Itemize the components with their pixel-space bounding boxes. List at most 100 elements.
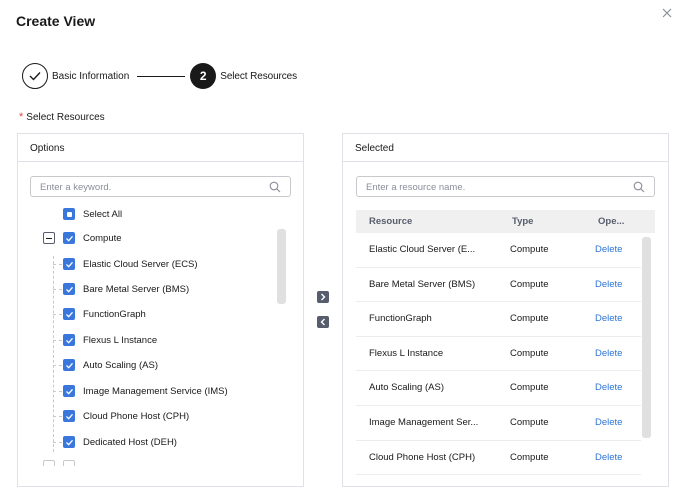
chevron-right-icon xyxy=(321,293,326,301)
search-icon[interactable] xyxy=(269,181,281,193)
check-icon xyxy=(65,337,73,344)
tree-item-select-all[interactable]: Select All xyxy=(63,205,122,223)
table-row: Bare Metal Server (BMS) Compute Delete xyxy=(356,268,641,303)
compute-checkbox[interactable] xyxy=(63,232,75,244)
flexus-checkbox[interactable] xyxy=(63,334,75,346)
column-operation: Ope... xyxy=(598,216,625,227)
tree-item-label: FunctionGraph xyxy=(83,308,146,320)
tree-branch xyxy=(53,416,62,417)
ecs-checkbox[interactable] xyxy=(63,258,75,270)
tree-branch xyxy=(53,365,62,366)
delete-link[interactable]: Delete xyxy=(595,313,622,324)
tree-item-label: Compute xyxy=(83,232,122,244)
delete-link[interactable]: Delete xyxy=(595,348,622,359)
step-2-label: Select Resources xyxy=(220,70,298,82)
selected-panel: Selected Enter a resource name. Resource… xyxy=(342,133,669,487)
column-resource: Resource xyxy=(369,216,413,227)
collapse-icon[interactable] xyxy=(43,232,55,244)
move-left-button[interactable] xyxy=(317,316,329,328)
tree-item-partial[interactable] xyxy=(43,457,75,466)
tree-item-ecs[interactable]: Elastic Cloud Server (ECS) xyxy=(63,255,198,273)
tree-item-bms[interactable]: Bare Metal Server (BMS) xyxy=(63,280,189,298)
checkmark-icon xyxy=(29,72,41,81)
cell-type: Compute xyxy=(510,416,549,428)
chevron-left-icon xyxy=(320,318,325,326)
tree-branch xyxy=(53,264,62,265)
cell-type: Compute xyxy=(510,382,549,394)
tree-item-as[interactable]: Auto Scaling (AS) xyxy=(63,356,158,374)
cell-resource: Elastic Cloud Server (E... xyxy=(369,244,476,255)
tree-item-functiongraph[interactable]: FunctionGraph xyxy=(63,305,146,323)
check-icon xyxy=(65,286,73,293)
step-2-indicator: 2 xyxy=(190,63,217,89)
table-row: Image Management Ser... Compute Delete xyxy=(356,406,641,441)
selected-scrollbar[interactable] xyxy=(642,237,651,438)
tree-item-label: Bare Metal Server (BMS) xyxy=(83,283,190,295)
tree-item-label: Image Management Service (IMS) xyxy=(83,385,228,397)
delete-link[interactable]: Delete xyxy=(595,417,622,428)
delete-link[interactable]: Delete xyxy=(595,452,622,463)
tree-item-compute[interactable]: Compute xyxy=(43,229,122,247)
search-icon[interactable] xyxy=(633,181,645,193)
tree-item-label: Cloud Phone Host (CPH) xyxy=(83,410,190,422)
keyword-search-placeholder: Enter a keyword. xyxy=(40,182,112,193)
options-scrollbar[interactable] xyxy=(277,229,286,304)
check-icon xyxy=(65,362,73,369)
table-row: Auto Scaling (AS) Compute Delete xyxy=(356,371,641,406)
tree-guide-line xyxy=(53,256,54,452)
dialog-title: Create View xyxy=(16,13,96,29)
move-right-button[interactable] xyxy=(317,291,329,303)
required-mark: * xyxy=(19,111,24,123)
step-1-indicator xyxy=(22,63,48,89)
delete-link[interactable]: Delete xyxy=(595,244,622,255)
check-icon xyxy=(65,439,73,446)
table-row: Elastic Cloud Server (E... Compute Delet… xyxy=(356,233,641,268)
deh-checkbox[interactable] xyxy=(63,436,75,448)
section-label: * Select Resources xyxy=(19,111,105,123)
cell-type: Compute xyxy=(510,347,549,359)
selected-header: Selected xyxy=(343,134,668,162)
tree-item-label: Auto Scaling (AS) xyxy=(83,359,158,371)
section-label-text: Select Resources xyxy=(26,112,105,123)
check-icon xyxy=(65,311,73,318)
select-all-checkbox[interactable] xyxy=(63,208,75,220)
table-header: Resource Type Ope... xyxy=(356,210,655,233)
cell-resource: Bare Metal Server (BMS) xyxy=(369,278,476,290)
tree-item-ims[interactable]: Image Management Service (IMS) xyxy=(63,382,228,400)
options-panel: Options Enter a keyword. Select All Comp… xyxy=(17,133,304,487)
cell-resource: Auto Scaling (AS) xyxy=(369,382,444,394)
tree-branch xyxy=(53,391,62,392)
resource-search-placeholder: Enter a resource name. xyxy=(366,182,466,193)
cell-resource: Cloud Phone Host (CPH) xyxy=(369,451,476,463)
tree-branch xyxy=(53,340,62,341)
table-body: Elastic Cloud Server (E... Compute Delet… xyxy=(356,233,641,488)
table-row: Cloud Phone Host (CPH) Compute Delete xyxy=(356,441,641,476)
table-row: Flexus L Instance Compute Delete xyxy=(356,337,641,372)
as-checkbox[interactable] xyxy=(63,359,75,371)
column-type: Type xyxy=(512,216,534,227)
delete-link[interactable]: Delete xyxy=(595,279,622,290)
cell-type: Compute xyxy=(510,278,549,290)
bms-checkbox[interactable] xyxy=(63,283,75,295)
delete-link[interactable]: Delete xyxy=(595,382,622,393)
ims-checkbox[interactable] xyxy=(63,385,75,397)
check-icon xyxy=(65,413,73,420)
tree-item-label: Select All xyxy=(83,208,123,220)
step-1-label: Basic Information xyxy=(52,70,130,82)
tree-item-deh[interactable]: Dedicated Host (DEH) xyxy=(63,433,177,451)
collapsed-group-toggle[interactable] xyxy=(43,460,55,466)
cell-resource: Image Management Ser... xyxy=(369,416,479,428)
cell-resource: FunctionGraph xyxy=(369,313,432,325)
resource-search-input[interactable]: Enter a resource name. xyxy=(356,176,655,197)
close-icon[interactable] xyxy=(660,6,674,20)
tree-branch xyxy=(53,289,62,290)
resource-tree: Select All Compute Elastic Cloud Server … xyxy=(18,204,288,466)
functiongraph-checkbox[interactable] xyxy=(63,308,75,320)
tree-item-flexus[interactable]: Flexus L Instance xyxy=(63,331,157,349)
cph-checkbox[interactable] xyxy=(63,410,75,422)
tree-item-cph[interactable]: Cloud Phone Host (CPH) xyxy=(63,407,189,425)
tree-branch xyxy=(53,442,62,443)
cell-resource: Flexus L Instance xyxy=(369,347,444,359)
group-checkbox[interactable] xyxy=(63,460,75,466)
keyword-search-input[interactable]: Enter a keyword. xyxy=(30,176,291,197)
